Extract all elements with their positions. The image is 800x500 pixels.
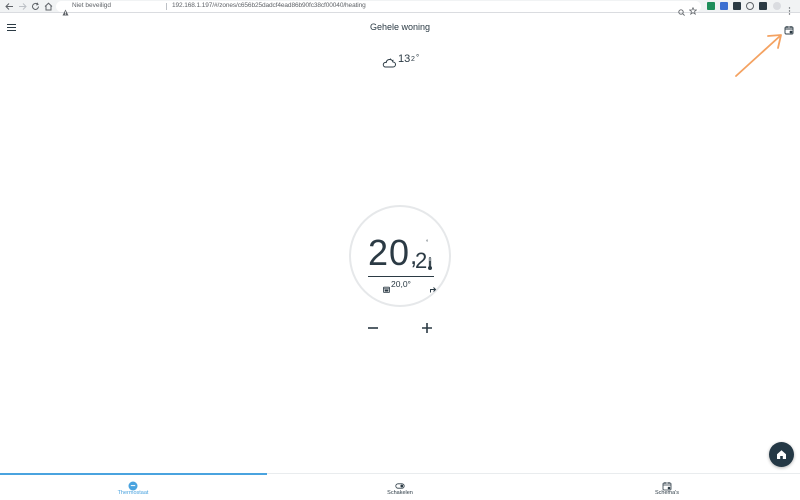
thermometer-icon: [427, 257, 433, 271]
active-tab-indicator: [0, 473, 267, 475]
profile-avatar[interactable]: [773, 2, 781, 10]
forward-icon[interactable]: [18, 2, 27, 11]
decrease-temperature-button[interactable]: [366, 321, 380, 335]
home-icon: [777, 450, 786, 459]
annotation-arrow: [730, 30, 790, 80]
outdoor-temp-unit: °: [416, 53, 420, 62]
tab-label: Thermostaat: [117, 490, 149, 496]
outdoor-temp-decimal: 2: [411, 56, 415, 63]
security-label: Niet beveiligd: [72, 2, 112, 9]
outdoor-temp-integer: 13: [398, 53, 411, 65]
schedule-icon: [383, 280, 390, 293]
tab-thermostaat[interactable]: Thermostaat: [0, 476, 266, 500]
puzzle-extension-icon[interactable]: [759, 2, 767, 10]
override-icon[interactable]: [429, 280, 437, 293]
setpoint: 20,0°: [383, 279, 423, 293]
globe-extension-icon[interactable]: [746, 2, 754, 10]
tab-schemas[interactable]: Schema's: [534, 476, 800, 500]
current-temp-unit: °: [426, 240, 429, 246]
warning-icon: [62, 3, 69, 16]
back-icon[interactable]: [5, 2, 14, 11]
dial-divider: [368, 276, 434, 277]
tab-schakelen[interactable]: Schakelen: [267, 476, 533, 500]
current-temp-decimal: 2: [415, 248, 428, 273]
thermostat-icon: [128, 478, 138, 491]
page-title: Gehele woning: [369, 22, 431, 32]
home-browser-icon[interactable]: [44, 2, 53, 11]
extension-icon-1[interactable]: [707, 2, 715, 10]
switch-icon: [395, 478, 405, 489]
extension-icon-3[interactable]: [733, 2, 741, 10]
current-temp-integer: 20: [368, 232, 411, 273]
bookmark-star-icon[interactable]: [688, 2, 698, 16]
browser-menu-icon[interactable]: [788, 2, 791, 15]
browser-toolbar: Niet beveiligd 192.168.1.197/#/zones/c65…: [0, 0, 800, 16]
tab-label: Schakelen: [387, 490, 413, 496]
address-bar[interactable]: Niet beveiligd 192.168.1.197/#/zones/c65…: [56, 1, 701, 16]
reload-icon[interactable]: [31, 2, 40, 11]
address-divider: [166, 3, 167, 10]
home-button[interactable]: [769, 442, 794, 467]
url-text[interactable]: 192.168.1.197/#/zones/c656b25dadcf4ead86…: [172, 2, 366, 9]
extension-icon-2[interactable]: [720, 2, 728, 10]
calendar-icon: [662, 478, 672, 491]
tab-label: Schema's: [655, 490, 679, 496]
increase-temperature-button[interactable]: [420, 321, 434, 335]
outdoor-temperature: 13 2 °: [382, 53, 432, 68]
zoom-icon[interactable]: [678, 3, 685, 16]
setpoint-value: 20,0°: [391, 279, 411, 289]
cloud-sun-icon: [382, 55, 396, 68]
